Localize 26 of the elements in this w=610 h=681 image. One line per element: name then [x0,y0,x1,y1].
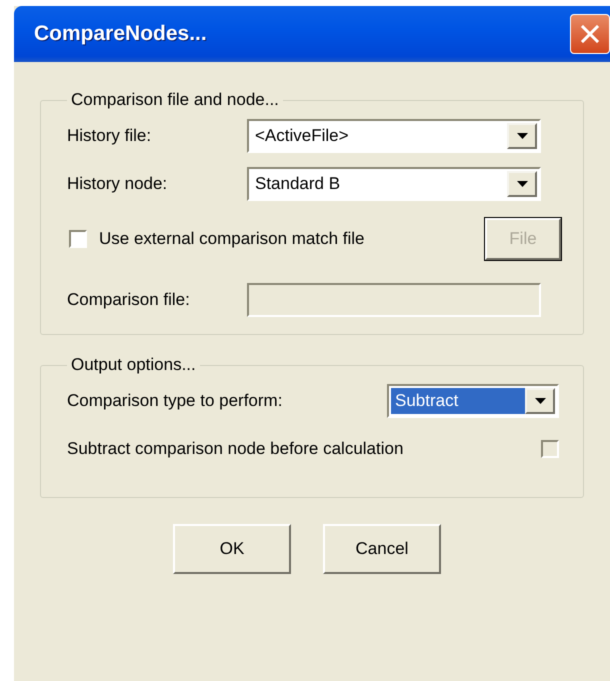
caret-icon [516,133,528,139]
close-icon [580,24,600,44]
dropdown[interactable]: Standard B [247,167,541,201]
dropdown-value: Standard B [254,173,342,195]
dropdown-value: <ActiveFile> [254,125,350,147]
checkbox-label: Use external comparison match file [99,229,365,249]
window-title: CompareNodes... [34,22,207,46]
group-label: Comparison file and node... [70,90,280,110]
field-label: History node: [67,174,168,194]
dialog-button[interactable]: Cancel [323,524,441,574]
dropdown[interactable]: Subtract [387,384,559,418]
caret-icon [534,398,546,404]
dialog-button[interactable]: OK [173,524,291,574]
field-label: Comparison file: [67,290,191,310]
dropdown-button[interactable] [507,123,537,149]
checkbox[interactable] [69,230,87,248]
field-label: History file: [67,126,152,146]
caret-icon [516,181,528,187]
field-label: Comparison type to perform: [67,391,282,411]
checkbox-label: Subtract comparison node before calculation [67,439,404,459]
dropdown-value: Subtract [391,388,525,414]
dropdown[interactable]: <ActiveFile> [247,119,541,153]
dropdown-button[interactable] [525,388,555,414]
group-label: Output options... [70,355,197,375]
close-button[interactable] [570,14,610,54]
dropdown-button[interactable] [507,171,537,197]
